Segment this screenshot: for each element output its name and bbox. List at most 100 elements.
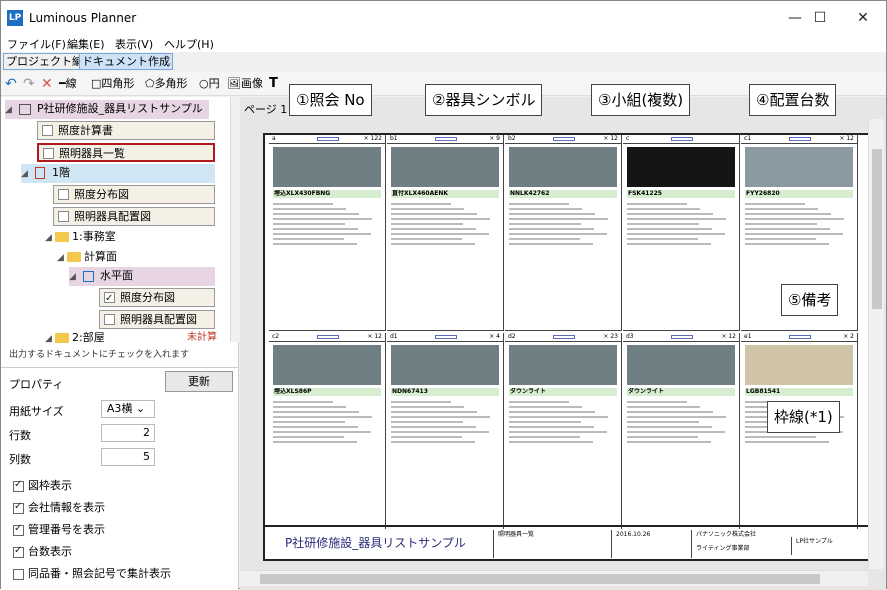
menu-file[interactable]: ファイル(F) xyxy=(7,36,66,52)
line-label: 線 xyxy=(65,77,77,90)
cell-code: c2 xyxy=(272,333,280,340)
fixture-cell[interactable]: d1 × 4 NDN67413 xyxy=(387,333,504,529)
tree-horizontal-plane[interactable]: ◢ 水平面 xyxy=(69,267,215,286)
properties-header: プロパティ 更新 xyxy=(1,367,239,395)
text-tool-icon[interactable]: T xyxy=(269,75,278,93)
maximize-button[interactable]: ☐ xyxy=(800,5,840,31)
cell-count: × 12 xyxy=(721,333,736,340)
undo-icon[interactable]: ↶ xyxy=(5,75,17,93)
footer-code: LP社サンプル xyxy=(791,537,871,555)
delete-icon[interactable]: ✕ xyxy=(41,75,53,93)
checkbox-checked[interactable] xyxy=(13,523,24,536)
collapse-arrow-icon[interactable]: ◢ xyxy=(21,166,31,183)
circle-tool[interactable]: ○円 xyxy=(199,75,220,93)
fixture-photo xyxy=(509,345,617,385)
tree-doc-illuminance-calc[interactable]: 照度計算書 xyxy=(37,121,215,140)
checkbox[interactable] xyxy=(104,314,115,325)
menu-help[interactable]: ヘルプ(H) xyxy=(164,36,214,52)
vertical-scrollbar[interactable] xyxy=(868,119,884,569)
callout-remarks: ⑤備考 xyxy=(781,284,839,316)
tree-item-label: 1:事務室 xyxy=(72,230,116,243)
fixture-cell[interactable]: c2 × 12 埋込XLS86P xyxy=(269,333,386,529)
line-tool[interactable]: ━線 xyxy=(59,75,77,93)
floor-icon xyxy=(34,167,45,179)
collapse-arrow-icon[interactable]: ◢ xyxy=(45,331,55,348)
cell-count: × 23 xyxy=(603,333,618,340)
tree-doc-plane-distribution[interactable]: 照度分布図 xyxy=(99,288,215,307)
image-tool[interactable]: 🖼画像 xyxy=(227,75,263,93)
cols-input[interactable]: 5 xyxy=(101,448,155,466)
properties-title: プロパティ xyxy=(9,378,64,391)
scroll-thumb[interactable] xyxy=(260,574,820,584)
checkbox[interactable] xyxy=(58,211,69,222)
cell-code: c xyxy=(626,135,630,142)
cell-code: b2 xyxy=(508,135,516,142)
tree-item-label: 照明器具配置図 xyxy=(74,210,151,223)
fixture-spec-lines xyxy=(509,200,609,248)
rect-icon: □ xyxy=(91,77,102,90)
checkbox-checked[interactable] xyxy=(104,290,115,307)
cell-header: c2 × 12 xyxy=(269,333,386,342)
fixture-photo xyxy=(745,345,853,385)
tree-root[interactable]: ◢ P社研修施設_器具リストサンプル xyxy=(5,100,209,119)
callout-unit-count: ④配置台数 xyxy=(749,84,837,116)
plane-icon xyxy=(82,270,94,282)
cell-header: d3 × 12 xyxy=(623,333,740,342)
tree-room-2[interactable]: ◢ 2:部屋 xyxy=(45,329,105,348)
checkbox-checked[interactable] xyxy=(13,501,24,514)
collapse-arrow-icon[interactable]: ◢ xyxy=(57,250,67,267)
scroll-thumb[interactable] xyxy=(872,149,882,309)
tree-item-label: 水平面 xyxy=(100,269,133,282)
fixture-model: 直付XLX460AENK xyxy=(391,190,499,198)
horizontal-scrollbar[interactable] xyxy=(240,570,868,586)
rows-input[interactable]: 2 xyxy=(101,424,155,442)
tree-room-office[interactable]: ◢ 1:事務室 xyxy=(45,228,116,247)
collapse-arrow-icon[interactable]: ◢ xyxy=(45,230,55,247)
checkbox-checked[interactable] xyxy=(13,479,24,492)
mode-tabs: プロジェクト編集 ドキュメント作成 xyxy=(1,52,886,72)
tree-doc-fixture-list[interactable]: 照明器具一覧 xyxy=(37,143,215,162)
paper-size-select[interactable]: A3横 ⌄ xyxy=(101,400,155,418)
fixture-cell[interactable]: b1 × 9 直付XLX460AENK xyxy=(387,135,504,331)
tab-document-create[interactable]: ドキュメント作成 xyxy=(79,53,173,70)
menu-view[interactable]: 表示(V) xyxy=(115,36,153,52)
tree-floor-1[interactable]: ◢ 1階 xyxy=(21,164,215,183)
fixture-cell[interactable]: d3 × 12 ダウンライト xyxy=(623,333,740,529)
checkbox[interactable] xyxy=(58,189,69,200)
check-aggregate[interactable]: 同品番・照会記号で集計表示 xyxy=(13,565,171,581)
tree-calc-plane[interactable]: ◢ 計算面 xyxy=(57,248,117,267)
checkbox[interactable] xyxy=(13,568,24,580)
collapse-arrow-icon[interactable]: ◢ xyxy=(69,269,79,286)
rect-tool[interactable]: □四角形 xyxy=(91,75,134,93)
update-button[interactable]: 更新 xyxy=(165,371,233,392)
cell-code: d1 xyxy=(390,333,398,340)
tree-doc-floor-distribution[interactable]: 照度分布図 xyxy=(53,185,215,204)
fixture-cell[interactable]: a × 122 埋込XLX430FBNG xyxy=(269,135,386,331)
polygon-tool[interactable]: ⬠多角形 xyxy=(145,75,188,93)
fixture-photo xyxy=(745,147,853,187)
check-mgmt-number[interactable]: 管理番号を表示 xyxy=(13,521,105,537)
check-company-info[interactable]: 会社情報を表示 xyxy=(13,499,105,515)
fixture-cell[interactable]: d2 × 23 ダウンライト xyxy=(505,333,622,529)
fixture-symbol-icon xyxy=(789,335,811,339)
tree-scrollbar[interactable] xyxy=(230,97,239,342)
menu-edit[interactable]: 編集(E) xyxy=(67,36,105,52)
close-button[interactable]: ✕ xyxy=(843,5,883,31)
left-panel: ◢ P社研修施設_器具リストサンプル 照度計算書 照明器具一覧 ◢ 1階 照度分… xyxy=(1,97,239,590)
tree-doc-floor-layout[interactable]: 照明器具配置図 xyxy=(53,207,215,226)
redo-icon[interactable]: ↷ xyxy=(23,75,35,93)
tree-doc-plane-layout[interactable]: 照明器具配置図 xyxy=(99,310,215,329)
checkbox[interactable] xyxy=(43,148,54,159)
checkbox[interactable] xyxy=(42,125,53,136)
fixture-cell[interactable]: c FSK41225 xyxy=(623,135,740,331)
check-unit-count[interactable]: 台数表示 xyxy=(13,543,72,559)
fixture-cell[interactable]: b2 × 12 NNLK42762 xyxy=(505,135,622,331)
fixture-symbol-icon xyxy=(435,335,457,339)
fixture-spec-lines xyxy=(391,398,491,446)
collapse-arrow-icon[interactable]: ◢ xyxy=(5,102,15,119)
cell-code: a xyxy=(272,135,276,142)
folder-icon xyxy=(55,333,69,343)
checkbox-checked[interactable] xyxy=(13,545,24,558)
cell-count: × 4 xyxy=(489,333,500,340)
check-frame[interactable]: 図枠表示 xyxy=(13,477,72,493)
